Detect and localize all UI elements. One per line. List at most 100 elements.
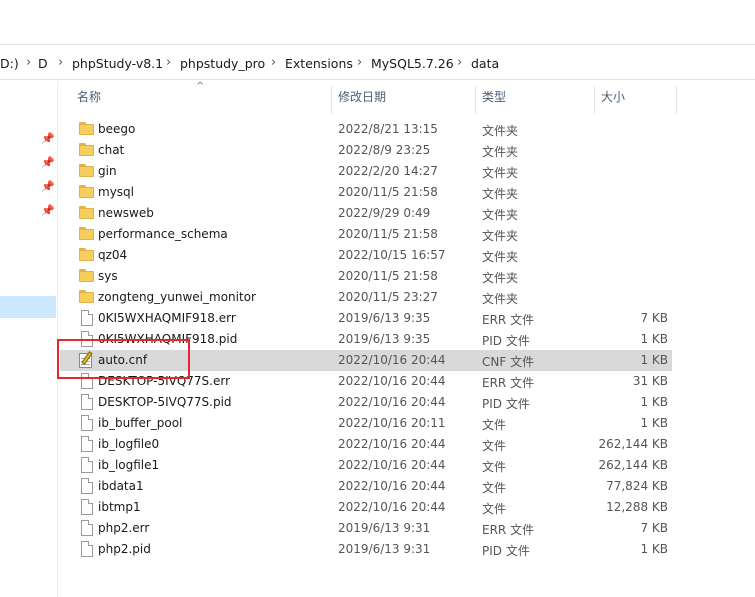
file-name[interactable]: sys: [98, 269, 118, 283]
breadcrumb-mysql[interactable]: MySQL5.7.26: [371, 56, 454, 71]
file-modified: 2019/6/13 9:31: [338, 542, 431, 556]
column-header-size[interactable]: 大小: [601, 88, 625, 112]
column-divider[interactable]: [331, 86, 332, 114]
chevron-right-icon[interactable]: ›: [26, 55, 31, 70]
chevron-right-icon[interactable]: ›: [357, 55, 362, 70]
file-row[interactable]: newsweb 2022/9/29 0:49 文件夹: [60, 203, 672, 224]
breadcrumb-phpstudy-pro[interactable]: phpstudy_pro: [180, 56, 265, 71]
breadcrumb-d[interactable]: D: [38, 56, 48, 71]
file-icon: [81, 520, 93, 536]
column-header-modified[interactable]: 修改日期: [338, 88, 386, 112]
pin-icon[interactable]: 📌: [41, 157, 55, 169]
pin-icon[interactable]: 📌: [41, 181, 55, 193]
file-name[interactable]: ib_logfile0: [98, 437, 159, 451]
file-size: 7 KB: [640, 311, 668, 325]
file-type: 文件夹: [482, 145, 519, 159]
file-row[interactable]: ib_logfile0 2022/10/16 20:44 文件 262,144 KB: [60, 434, 672, 455]
chevron-right-icon[interactable]: ›: [271, 55, 276, 70]
column-divider[interactable]: [676, 86, 677, 114]
file-modified: 2020/11/5 21:58: [338, 269, 438, 283]
file-name[interactable]: ibtmp1: [98, 500, 141, 514]
file-modified: 2019/6/13 9:35: [338, 332, 431, 346]
file-size: 1 KB: [640, 416, 668, 430]
file-row[interactable]: sys 2020/11/5 21:58 文件夹: [60, 266, 672, 287]
file-type: 文件夹: [482, 187, 519, 201]
file-row[interactable]: php2.err 2019/6/13 9:31 ERR 文件 7 KB: [60, 518, 672, 539]
pin-icon[interactable]: 📌: [41, 133, 55, 145]
navigation-pane[interactable]: 📌 📌 📌 📌: [0, 81, 58, 597]
column-header-name[interactable]: 名称: [77, 88, 101, 112]
file-modified: 2019/6/13 9:35: [338, 311, 431, 325]
address-bar[interactable]: D:) › D › phpStudy-v8.1 › phpstudy_pro ›…: [0, 44, 755, 80]
file-type: 文件夹: [482, 166, 519, 180]
file-modified: 2022/10/16 20:44: [338, 353, 446, 367]
file-row[interactable]: ibtmp1 2022/10/16 20:44 文件 12,288 KB: [60, 497, 672, 518]
file-name[interactable]: ibdata1: [98, 479, 144, 493]
file-name[interactable]: ib_buffer_pool: [98, 416, 182, 430]
file-row[interactable]: zongteng_yunwei_monitor 2020/11/5 23:27 文件…: [60, 287, 672, 308]
file-type: 文件夹: [482, 124, 519, 138]
file-name[interactable]: newsweb: [98, 206, 154, 220]
file-name[interactable]: DESKTOP-5IVQ77S.pid: [98, 395, 232, 409]
folder-icon: [79, 143, 94, 157]
file-size: 1 KB: [640, 353, 668, 367]
file-row[interactable]: ib_buffer_pool 2022/10/16 20:11 文件 1 KB: [60, 413, 672, 434]
file-modified: 2022/10/16 20:44: [338, 479, 446, 493]
file-type: ERR 文件: [482, 313, 535, 327]
file-row[interactable]: ibdata1 2022/10/16 20:44 文件 77,824 KB: [60, 476, 672, 497]
file-row[interactable]: mysql 2020/11/5 21:58 文件夹: [60, 182, 672, 203]
file-size: 77,824 KB: [606, 479, 668, 493]
breadcrumb-phpstudy-v81[interactable]: phpStudy-v8.1: [72, 56, 163, 71]
file-name[interactable]: performance_schema: [98, 227, 228, 241]
file-row[interactable]: ib_logfile1 2022/10/16 20:44 文件 262,144 KB: [60, 455, 672, 476]
file-name[interactable]: mysql: [98, 185, 134, 199]
file-name[interactable]: ib_logfile1: [98, 458, 159, 472]
breadcrumb-drive[interactable]: D:): [0, 56, 19, 71]
file-icon: [81, 415, 93, 431]
file-name[interactable]: php2.pid: [98, 542, 151, 556]
file-row[interactable]: DESKTOP-5IVQ77S.pid 2022/10/16 20:44 PID 文…: [60, 392, 672, 413]
chevron-right-icon[interactable]: ›: [58, 55, 63, 70]
pin-icon[interactable]: 📌: [41, 205, 55, 217]
annotation-highlight-box: [57, 339, 190, 379]
file-icon: [81, 394, 93, 410]
file-name[interactable]: beego: [98, 122, 135, 136]
file-icon: [81, 457, 93, 473]
file-type: ERR 文件: [482, 376, 535, 390]
breadcrumb-extensions[interactable]: Extensions: [285, 56, 353, 71]
nav-selected-item[interactable]: [0, 296, 56, 318]
file-row[interactable]: gin 2022/2/20 14:27 文件夹: [60, 161, 672, 182]
file-name[interactable]: gin: [98, 164, 117, 178]
folder-icon: [79, 206, 94, 220]
file-row[interactable]: chat 2022/8/9 23:25 文件夹: [60, 140, 672, 161]
file-icon: [81, 478, 93, 494]
file-type: 文件夹: [482, 292, 519, 306]
file-size: 12,288 KB: [606, 500, 668, 514]
file-name[interactable]: zongteng_yunwei_monitor: [98, 290, 256, 304]
file-modified: 2022/10/15 16:57: [338, 248, 446, 262]
file-row[interactable]: beego 2022/8/21 13:15 文件夹: [60, 119, 672, 140]
chevron-right-icon[interactable]: ›: [457, 55, 462, 70]
file-row[interactable]: qz04 2022/10/15 16:57 文件夹: [60, 245, 672, 266]
file-size: 1 KB: [640, 542, 668, 556]
file-name[interactable]: qz04: [98, 248, 127, 262]
file-type: 文件: [482, 460, 507, 474]
file-name[interactable]: chat: [98, 143, 124, 157]
column-divider[interactable]: [475, 86, 476, 114]
breadcrumb-data[interactable]: data: [471, 56, 499, 71]
folder-icon: [79, 164, 94, 178]
file-row[interactable]: 0KI5WXHAQMIF918.err 2019/6/13 9:35 ERR 文件 7…: [60, 308, 672, 329]
column-divider[interactable]: [594, 86, 595, 114]
file-modified: 2022/10/16 20:44: [338, 374, 446, 388]
file-type: PID 文件: [482, 544, 530, 558]
file-row[interactable]: performance_schema 2020/11/5 21:58 文件夹: [60, 224, 672, 245]
file-type: 文件夹: [482, 229, 519, 243]
file-name[interactable]: 0KI5WXHAQMIF918.err: [98, 311, 236, 325]
file-name[interactable]: php2.err: [98, 521, 149, 535]
file-row[interactable]: php2.pid 2019/6/13 9:31 PID 文件 1 KB: [60, 539, 672, 560]
chevron-right-icon[interactable]: ›: [166, 55, 171, 70]
file-size: 31 KB: [632, 374, 668, 388]
file-modified: 2020/11/5 23:27: [338, 290, 438, 304]
column-header-type[interactable]: 类型: [482, 88, 506, 112]
file-modified: 2022/8/9 23:25: [338, 143, 431, 157]
